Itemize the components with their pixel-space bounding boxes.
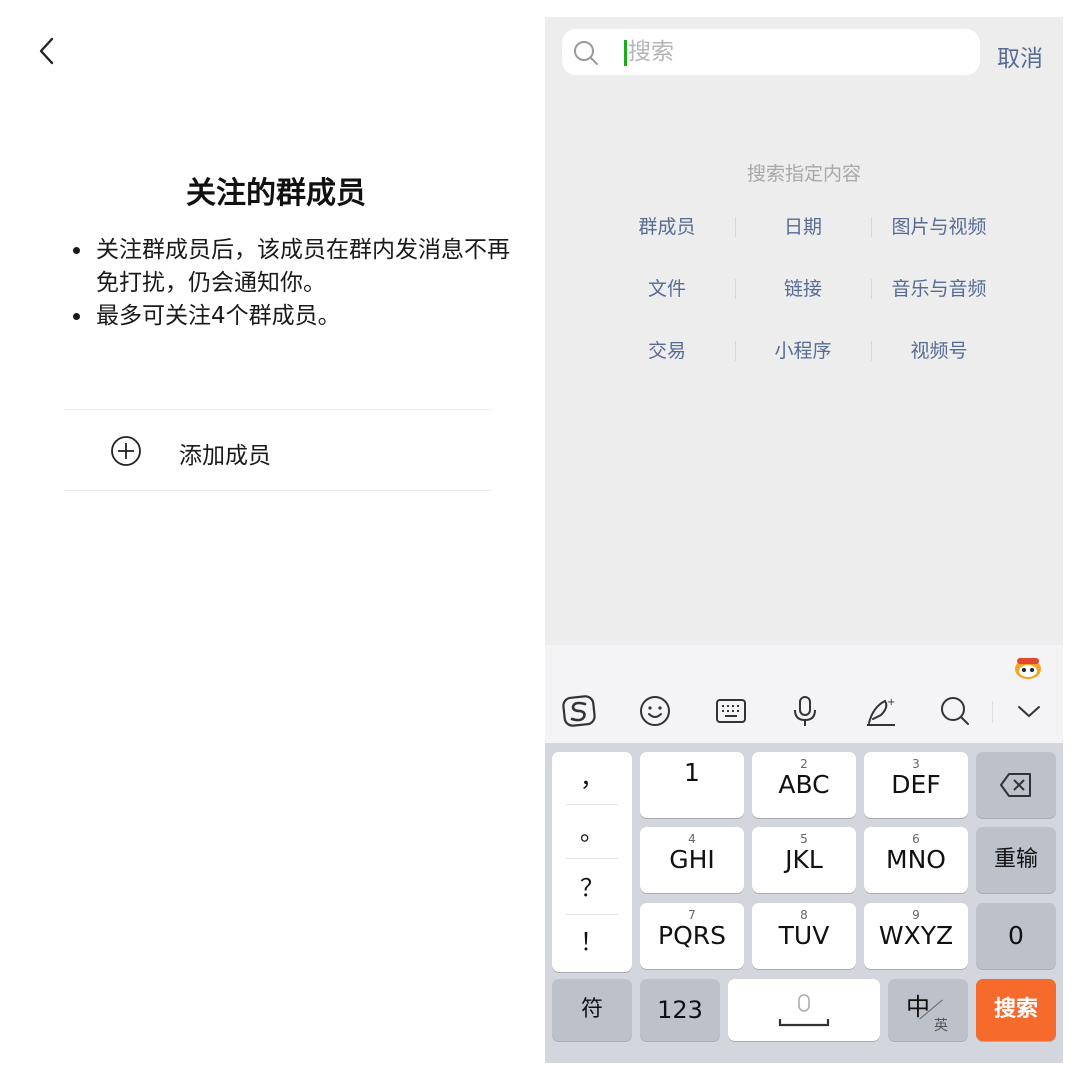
bullet-item: 最多可关注4个群成员。 [70,300,510,333]
mascot-icon[interactable] [1013,655,1043,681]
search-bar[interactable] [562,29,980,75]
numbers-button[interactable]: 123 [640,979,720,1041]
punctuation-column[interactable]: ， 。 ？ ！ [552,752,632,972]
bullet-item: 关注群成员后，该成员在群内发消息不再免打扰，仍会通知你。 [70,234,510,300]
follow-members-page: 关注的群成员 关注群成员后，该成员在群内发消息不再免打扰，仍会通知你。 最多可关… [0,0,540,1080]
category-mini-programs[interactable]: 小程序 [735,331,871,371]
punct-divider [566,858,618,859]
category-members[interactable]: 群成员 [599,207,735,247]
key-5[interactable]: 5 JKL [752,827,856,893]
backspace-button[interactable] [976,752,1056,818]
info-bullets: 关注群成员后，该成员在群内发消息不再免打扰，仍会通知你。 最多可关注4个群成员。 [70,234,510,333]
keyboard-toolbar: + [545,645,1063,743]
lang-sub: 英 [934,1018,948,1034]
retype-button[interactable]: 重输 [976,827,1056,893]
category-transactions[interactable]: 交易 [599,331,735,371]
backspace-icon [1000,773,1031,797]
punct-key[interactable]: ？ [552,862,632,914]
emoji-icon[interactable] [637,693,673,729]
microphone-icon [778,994,830,1027]
category-links[interactable]: 链接 [735,269,871,309]
handwriting-icon[interactable]: + [863,693,899,729]
key-7[interactable]: 7 PQRS [640,903,744,969]
key-8[interactable]: 8 TUV [752,903,856,969]
punct-key[interactable]: ， [552,752,632,804]
key-6[interactable]: 6 MNO [864,827,968,893]
key-0[interactable]: 0 [976,903,1056,969]
ime-keyboard: + ， 。 ？ ！ 1 2 ABC 3 DEF 4 GHI 5 JKL 6 MN… [545,645,1063,1063]
category-date[interactable]: 日期 [735,207,871,247]
toolbar-separator [992,701,993,723]
cancel-button[interactable]: 取消 [997,39,1043,73]
punct-key[interactable]: ！ [552,916,632,968]
page-title: 关注的群成员 [186,176,366,211]
symbols-button[interactable]: 符 [552,979,632,1041]
plus-circle-icon [111,436,141,466]
microphone-icon[interactable] [787,693,823,729]
text-caret [624,40,627,66]
space-bar[interactable] [728,979,880,1041]
collapse-chevron-icon[interactable] [1011,693,1047,729]
add-member-label: 添加成员 [179,443,271,469]
key-1[interactable]: 1 [640,752,744,818]
category-channels[interactable]: 视频号 [871,331,1007,371]
category-music-audio[interactable]: 音乐与音频 [871,269,1007,309]
keyboard-icon[interactable] [713,693,749,729]
svg-text:+: + [887,697,895,708]
divider [64,490,492,491]
punct-key[interactable]: 。 [552,806,632,858]
language-toggle-button[interactable]: 中 英 [888,979,968,1041]
key-9[interactable]: 9 WXYZ [864,903,968,969]
search-submit-button[interactable]: 搜索 [976,979,1056,1041]
key-3[interactable]: 3 DEF [864,752,968,818]
search-icon[interactable] [937,693,973,729]
punct-divider [566,804,618,805]
add-member-button[interactable]: 添加成员 [64,410,492,490]
punct-divider [566,914,618,915]
lang-main: 中 [906,993,930,1021]
key-2[interactable]: 2 ABC [752,752,856,818]
sogou-logo-icon[interactable] [561,693,597,729]
category-files[interactable]: 文件 [599,269,735,309]
search-hint: 搜索指定内容 [746,163,861,185]
key-4[interactable]: 4 GHI [640,827,744,893]
search-icon [574,41,598,65]
back-arrow-icon[interactable] [34,36,60,66]
category-photos-videos[interactable]: 图片与视频 [871,207,1007,247]
search-input[interactable] [628,37,948,67]
search-screen: 取消 搜索指定内容 群成员 日期 图片与视频 文件 链接 音乐与音频 交易 小程… [545,17,1063,1063]
